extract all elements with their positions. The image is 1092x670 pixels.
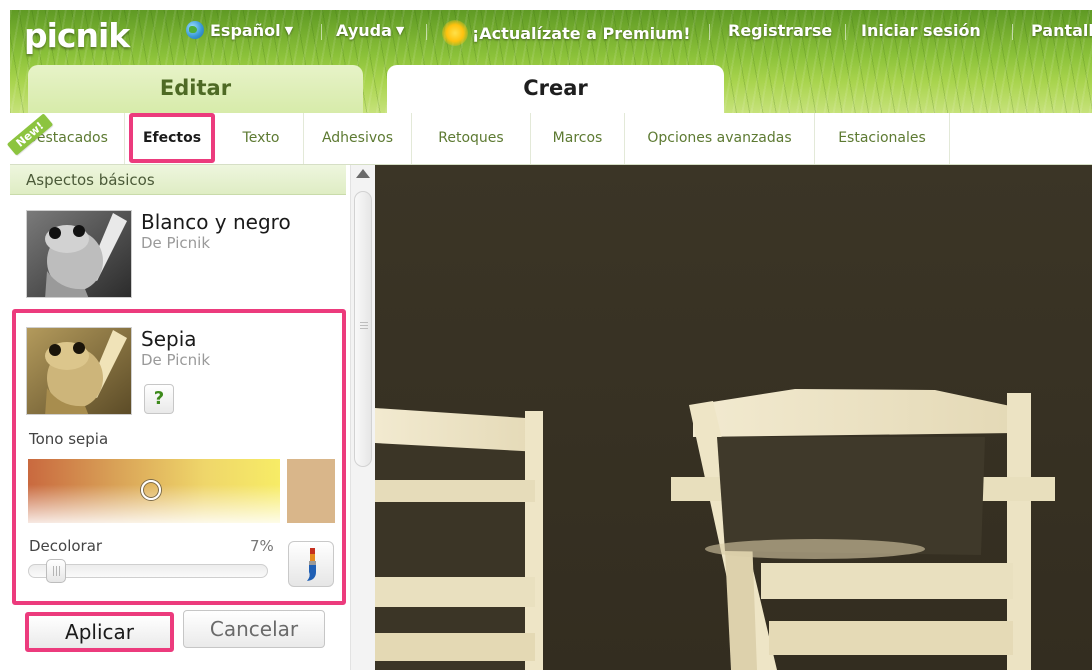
paint-brush-button[interactable]	[288, 541, 334, 587]
nav-separator	[321, 24, 322, 40]
effect-item-sepia: Sepia De Picnik ? Tono sepia Decolorar 7…	[12, 309, 346, 605]
effect-title: Sepia	[141, 327, 197, 351]
effect-author: De Picnik	[141, 234, 211, 252]
premium-label: ¡Actualízate a Premium!	[472, 24, 691, 43]
language-label: Español	[210, 21, 281, 40]
decolorize-slider-thumb[interactable]	[46, 559, 66, 583]
fullscreen-link[interactable]: Pantall	[1031, 20, 1092, 42]
effect-item-blanco-y-negro[interactable]: Blanco y negro De Picnik	[10, 196, 350, 306]
language-menu[interactable]: Español ▼	[186, 20, 293, 42]
cancel-button[interactable]: Cancelar	[183, 610, 325, 648]
frog-thumbnail-sepia[interactable]	[26, 327, 132, 415]
panel-scrollbar[interactable]	[350, 165, 375, 670]
effects-subtab-bar: Destacados Efectos Texto Adhesivos Retoq…	[6, 113, 1092, 165]
section-header-aspectos-basicos[interactable]: Aspectos básicos	[10, 165, 346, 195]
apply-button[interactable]: Aplicar	[25, 612, 174, 652]
nav-separator	[426, 24, 427, 40]
nav-separator	[709, 24, 710, 40]
subtab-adhesivos[interactable]: Adhesivos	[304, 113, 412, 164]
nav-separator	[1012, 24, 1013, 40]
scroll-up-icon[interactable]	[356, 169, 370, 178]
subtab-estacionales[interactable]: Estacionales	[815, 113, 950, 164]
nav-separator	[845, 24, 846, 40]
decolorize-label: Decolorar	[29, 537, 103, 555]
sepia-tone-label: Tono sepia	[29, 430, 109, 448]
subtab-retoques[interactable]: Retoques	[412, 113, 531, 164]
sun-icon	[442, 20, 468, 46]
brush-icon	[307, 548, 316, 581]
tone-picker-handle[interactable]	[141, 480, 161, 500]
subtab-texto[interactable]: Texto	[219, 113, 304, 164]
effect-title: Blanco y negro	[141, 210, 291, 234]
globe-icon	[186, 21, 204, 39]
help-menu[interactable]: Ayuda ▼	[336, 20, 404, 42]
help-label: Ayuda	[336, 21, 392, 40]
caret-down-icon: ▼	[284, 24, 294, 37]
subtab-opciones-avanzadas[interactable]: Opciones avanzadas	[625, 113, 815, 164]
subtab-marcos[interactable]: Marcos	[531, 113, 625, 164]
effect-author: De Picnik	[141, 351, 211, 369]
tab-crear[interactable]: Crear	[387, 65, 724, 113]
register-link[interactable]: Registrarse	[728, 20, 832, 42]
picnik-logo[interactable]: picnik	[24, 16, 130, 55]
scrollbar-thumb[interactable]	[354, 191, 372, 467]
caret-down-icon: ▼	[395, 24, 405, 37]
photo-canvas[interactable]	[375, 165, 1092, 670]
tone-color-swatch	[287, 459, 335, 523]
tab-editar[interactable]: Editar	[28, 65, 363, 113]
subtab-efectos[interactable]: Efectos	[129, 113, 215, 163]
decolorize-value: 7%	[250, 537, 274, 555]
login-link[interactable]: Iniciar sesión	[861, 20, 981, 42]
decolorize-slider[interactable]	[28, 559, 268, 583]
premium-link[interactable]: ¡Actualízate a Premium!	[442, 20, 691, 46]
sepia-tone-picker[interactable]	[28, 459, 280, 523]
help-icon: ?	[153, 388, 165, 409]
sepia-chairs-photo	[375, 165, 1092, 670]
effects-panel: Aspectos básicos Blanco y negro De Picni…	[10, 165, 375, 670]
help-button[interactable]: ?	[144, 384, 174, 414]
frog-thumbnail-bw	[26, 210, 132, 298]
header-bar: picnik Español ▼ Ayuda ▼ ¡Actualízate a Pr…	[10, 10, 1092, 113]
